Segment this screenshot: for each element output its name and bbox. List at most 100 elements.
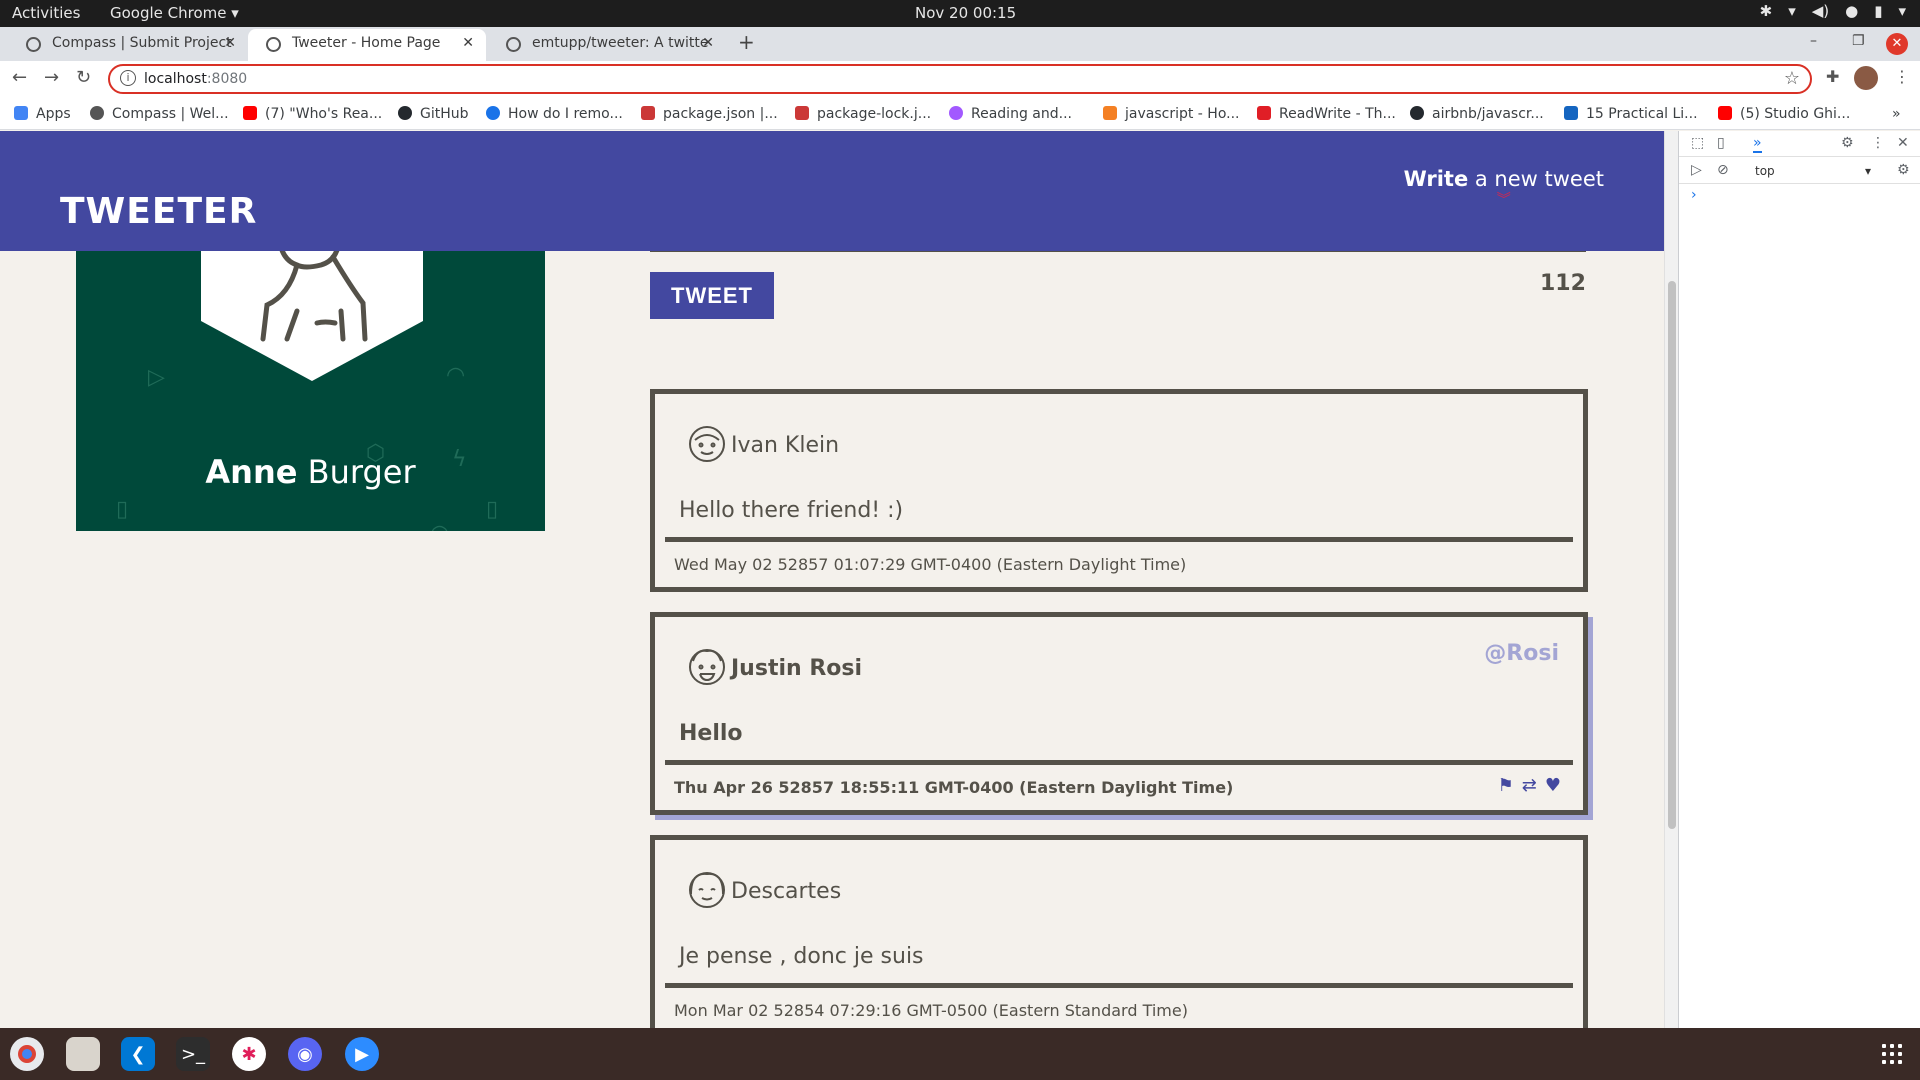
chrome-menu-icon[interactable]: ⋮ xyxy=(1894,67,1910,86)
slack-dock-icon[interactable]: ✱ xyxy=(232,1037,266,1071)
stackoverflow-icon xyxy=(486,106,500,120)
zoom-dock-icon[interactable]: ▶ xyxy=(345,1037,379,1071)
document-icon xyxy=(1564,106,1578,120)
bookmark-label: 15 Practical Li... xyxy=(1586,106,1698,122)
tweet-divider xyxy=(665,537,1573,542)
tab-github[interactable]: emtupp/tweeter: A twitte ✕ xyxy=(488,29,726,61)
close-window-button[interactable]: ✕ xyxy=(1886,33,1908,55)
bookmark-airbnb[interactable]: airbnb/javascr... xyxy=(1410,106,1544,122)
triangle-decor-icon: ▷ xyxy=(148,365,165,390)
heart-icon[interactable]: ♥ xyxy=(1545,775,1561,796)
page-scrollbar[interactable] xyxy=(1664,131,1678,1028)
bookmark-readwrite[interactable]: ReadWrite - Th... xyxy=(1257,106,1396,122)
caret-down-icon: ▾ xyxy=(1864,164,1871,178)
chrome-dock-icon[interactable] xyxy=(10,1037,44,1071)
console-prompt[interactable]: › xyxy=(1691,187,1697,203)
tweet-text: Hello xyxy=(679,721,743,746)
devtools-close-icon[interactable]: ✕ xyxy=(1897,135,1909,151)
retweet-icon[interactable]: ⇄ xyxy=(1522,775,1537,796)
close-tab-icon[interactable]: ✕ xyxy=(462,35,474,51)
vscode-dock-icon[interactable]: ❮ xyxy=(121,1037,155,1071)
context-selector[interactable]: top ▾ xyxy=(1749,161,1877,181)
close-tab-icon[interactable]: ✕ xyxy=(702,35,714,51)
npm-icon xyxy=(641,106,655,120)
scrollbar-thumb[interactable] xyxy=(1668,281,1676,829)
reload-button[interactable]: ↻ xyxy=(76,67,91,88)
profile-name: Anne Burger xyxy=(76,453,545,491)
tweet-submit-button[interactable]: TWEET xyxy=(650,272,774,319)
tab-tweeter[interactable]: Tweeter - Home Page ✕ xyxy=(248,29,486,61)
extensions-puzzle-icon[interactable]: ✚ xyxy=(1826,67,1839,86)
devtools-menu-icon[interactable]: ⋮ xyxy=(1871,135,1885,151)
battery-icon[interactable]: ▮ xyxy=(1874,2,1882,20)
bookmark-package-json[interactable]: package.json |... xyxy=(641,106,778,122)
slack-tray-icon[interactable]: ✱ xyxy=(1760,2,1773,20)
tab-title: emtupp/tweeter: A twitte xyxy=(532,35,709,51)
site-info-icon[interactable]: i xyxy=(120,70,136,86)
mic-icon[interactable]: ● xyxy=(1845,2,1858,20)
tweet-card[interactable]: Justin Rosi @Rosi Hello Thu Apr 26 52857… xyxy=(650,612,1588,815)
bookmark-label: airbnb/javascr... xyxy=(1432,106,1544,122)
profile-avatar[interactable] xyxy=(1854,66,1878,90)
flag-icon[interactable]: ⚑ xyxy=(1498,775,1514,796)
bookmark-label: package.json |... xyxy=(663,106,778,122)
bookmark-label: package-lock.j... xyxy=(817,106,932,122)
readwrite-icon xyxy=(1257,106,1271,120)
discord-dock-icon[interactable]: ◉ xyxy=(288,1037,322,1071)
bookmark-label: Apps xyxy=(36,106,71,122)
inspect-element-icon[interactable]: ⬚ xyxy=(1691,135,1704,151)
console-settings-icon[interactable]: ⚙ xyxy=(1897,162,1910,178)
bookmark-github[interactable]: GitHub xyxy=(398,106,469,122)
write-new-tweet-toggle[interactable]: Write a new tweet ︾ xyxy=(1404,167,1604,207)
arc-decor-icon: ◠ xyxy=(446,363,466,388)
system-tray[interactable]: ✱ ▾ ◀) ● ▮ ▾ xyxy=(1760,2,1906,20)
clock[interactable]: Nov 20 00:15 xyxy=(915,4,1016,22)
volume-icon[interactable]: ◀) xyxy=(1812,2,1829,20)
bookmark-youtube-whos-real[interactable]: (7) "Who's Rea... xyxy=(243,106,382,122)
url-text[interactable]: localhost:8080 xyxy=(144,71,247,87)
tweet-author-name: Justin Rosi xyxy=(731,656,863,681)
char-counter: 112 xyxy=(1540,271,1586,296)
bookmark-how-do-i-remove[interactable]: How do I remo... xyxy=(486,106,623,122)
devtools-settings-icon[interactable]: ⚙ xyxy=(1841,135,1854,151)
sidebar-toggle-icon[interactable]: ▷ xyxy=(1691,162,1702,178)
tab-compass[interactable]: Compass | Submit Project ✕ xyxy=(8,29,248,61)
tweet-card[interactable]: Ivan Klein Hello there friend! :) Wed Ma… xyxy=(650,389,1588,592)
restore-window-button[interactable]: ❐ xyxy=(1852,33,1865,49)
wifi-icon[interactable]: ▾ xyxy=(1788,2,1796,20)
close-tab-icon[interactable]: ✕ xyxy=(224,35,236,51)
clear-console-icon[interactable]: ⊘ xyxy=(1717,162,1729,178)
more-bookmarks-button[interactable]: » xyxy=(1892,106,1901,122)
bookmark-label: How do I remo... xyxy=(508,106,623,122)
new-tab-button[interactable]: + xyxy=(738,30,755,54)
activities-button[interactable]: Activities xyxy=(12,4,80,22)
forward-button[interactable]: → xyxy=(44,67,59,88)
more-tabs-button[interactable]: » xyxy=(1753,135,1762,153)
bookmark-compass[interactable]: Compass | Wel... xyxy=(90,106,229,122)
site-logo[interactable]: TWEETER xyxy=(60,191,257,232)
bookmark-javascript-how[interactable]: javascript - Ho... xyxy=(1103,106,1240,122)
bookmark-apps[interactable]: Apps xyxy=(14,106,71,122)
terminal-dock-icon[interactable]: >_ xyxy=(176,1037,210,1071)
compose-bold-label: Write xyxy=(1403,167,1469,191)
device-toolbar-icon[interactable]: ▯ xyxy=(1717,135,1725,151)
back-button[interactable]: ← xyxy=(12,67,27,88)
tweet-card[interactable]: Descartes Je pense , donc je suis Mon Ma… xyxy=(650,835,1588,1028)
app-menu[interactable]: Google Chrome ▾ xyxy=(110,4,239,22)
minimize-window-button[interactable]: – xyxy=(1810,33,1817,49)
show-applications-icon[interactable] xyxy=(1882,1044,1902,1064)
files-dock-icon[interactable] xyxy=(66,1037,100,1071)
bookmark-studio-ghibli[interactable]: (5) Studio Ghi... xyxy=(1718,106,1850,122)
profile-first-name: Anne xyxy=(205,453,298,491)
address-bar[interactable]: i localhost:8080 ☆ xyxy=(108,64,1812,94)
bookmark-star-icon[interactable]: ☆ xyxy=(1784,68,1800,89)
tweet-text: Hello there friend! :) xyxy=(679,498,904,523)
youtube-icon xyxy=(1718,106,1732,120)
bookmark-reading-and[interactable]: Reading and... xyxy=(949,106,1072,122)
bookmark-15-practical[interactable]: 15 Practical Li... xyxy=(1564,106,1698,122)
bookmark-package-lock[interactable]: package-lock.j... xyxy=(795,106,931,122)
power-menu-icon[interactable]: ▾ xyxy=(1898,2,1906,20)
double-chevron-down-icon[interactable]: ︾ xyxy=(1404,193,1604,207)
bookmark-label: GitHub xyxy=(420,106,469,122)
url-host: localhost xyxy=(144,71,207,87)
